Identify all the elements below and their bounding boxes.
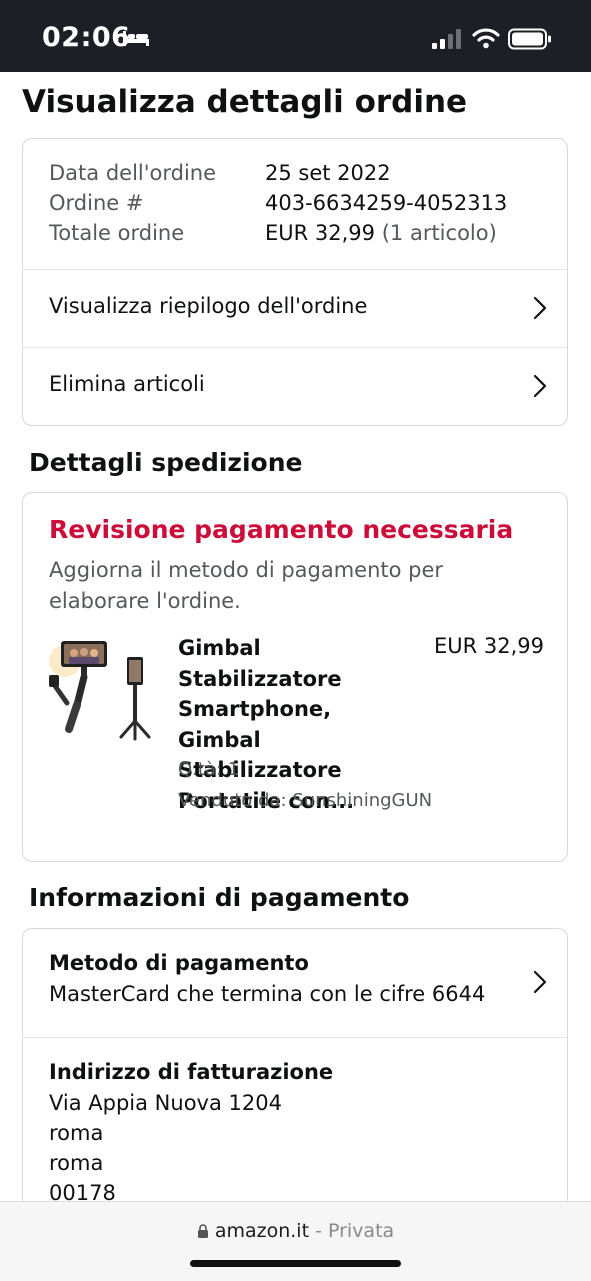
order-date-label: Data dell'ordine bbox=[49, 161, 217, 185]
order-number-label: Ordine # bbox=[49, 191, 144, 215]
product-price: EUR 32,99 bbox=[434, 634, 545, 658]
view-order-summary-link[interactable]: Visualizza riepilogo dell'ordine bbox=[23, 270, 567, 346]
home-indicator[interactable] bbox=[190, 1260, 401, 1267]
payment-review-alert-body: Aggiorna il metodo di pagamento per elab… bbox=[49, 558, 444, 613]
payment-method-row[interactable]: Metodo di pagamento MasterCard che termi… bbox=[23, 929, 567, 1037]
private-mode-label: Privata bbox=[327, 1220, 395, 1242]
payment-card: Metodo di pagamento MasterCard che termi… bbox=[22, 928, 568, 1202]
payment-method-label: Metodo di pagamento bbox=[49, 951, 309, 975]
payment-review-alert-title: Revisione pagamento necessaria bbox=[49, 515, 514, 544]
signal-icon bbox=[432, 29, 461, 49]
billing-address-label: Indirizzo di fatturazione bbox=[49, 1060, 334, 1084]
product-quantity: Q.tà: 1 bbox=[178, 759, 240, 780]
order-total-label: Totale ordine bbox=[49, 221, 185, 245]
billing-address-line: 00178 bbox=[49, 1181, 116, 1202]
delete-items-link[interactable]: Elimina articoli bbox=[23, 348, 567, 424]
lock-icon bbox=[197, 1224, 208, 1238]
battery-icon bbox=[508, 28, 551, 50]
view-order-summary-label: Visualizza riepilogo dell'ordine bbox=[49, 294, 368, 318]
product-title-line: Smartphone, Gimbal bbox=[178, 697, 332, 752]
chevron-right-icon bbox=[533, 296, 547, 320]
payment-method-value: MasterCard che termina con le cifre 6644 bbox=[49, 982, 486, 1006]
order-summary-card: Data dell'ordine 25 set 2022 Ordine # 40… bbox=[22, 138, 568, 426]
product-seller: Venduto da: SunshiningGUN bbox=[178, 790, 433, 811]
payment-section-title: Informazioni di pagamento bbox=[29, 883, 410, 912]
billing-address-line: Via Appia Nuova 1204 bbox=[49, 1091, 282, 1115]
divider bbox=[23, 1037, 567, 1038]
shipping-section-title: Dettagli spedizione bbox=[29, 448, 303, 477]
page-title: Visualizza dettagli ordine bbox=[22, 84, 468, 120]
order-total-items: (1 articolo) bbox=[381, 221, 497, 245]
page-content: Visualizza dettagli ordine Data dell'ord… bbox=[0, 72, 591, 1202]
order-number-value: 403-6634259-4052313 bbox=[265, 191, 508, 215]
delete-items-label: Elimina articoli bbox=[49, 372, 205, 396]
wifi-icon bbox=[472, 28, 500, 49]
status-bar: 02:06 bbox=[0, 0, 591, 72]
chevron-right-icon bbox=[533, 970, 547, 994]
url-separator: - bbox=[309, 1220, 328, 1242]
product-title-link[interactable]: Gimbal Stabilizzatore Smartphone, Gimbal… bbox=[178, 633, 418, 816]
product-image[interactable] bbox=[47, 633, 157, 743]
address-bar[interactable]: amazon.it - Privata bbox=[0, 1220, 591, 1242]
bed-icon bbox=[123, 31, 149, 46]
browser-bottom-bar: amazon.it - Privata bbox=[0, 1201, 591, 1281]
status-time: 02:06 bbox=[42, 22, 131, 53]
url-domain: amazon.it bbox=[214, 1220, 310, 1242]
order-total-amount: EUR 32,99 bbox=[265, 221, 376, 245]
order-date-value: 25 set 2022 bbox=[265, 161, 391, 185]
billing-address-line: roma bbox=[49, 1151, 104, 1175]
shipping-card: Revisione pagamento necessaria Aggiorna … bbox=[22, 492, 568, 862]
product-title-line: Gimbal Stabilizzatore bbox=[178, 636, 342, 691]
billing-address-line: roma bbox=[49, 1121, 104, 1145]
order-total-value: EUR 32,99 (1 articolo) bbox=[265, 221, 497, 245]
chevron-right-icon bbox=[533, 374, 547, 398]
